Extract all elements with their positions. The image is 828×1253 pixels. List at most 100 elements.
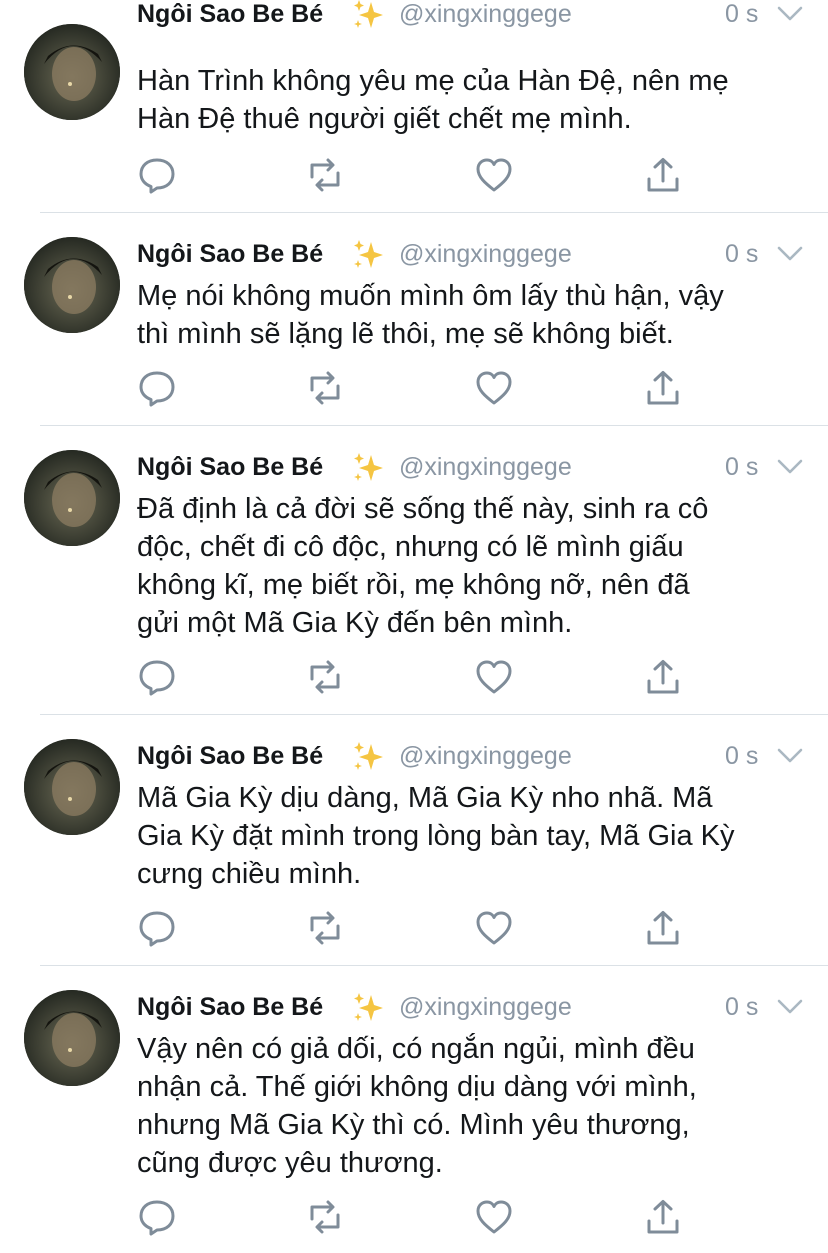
retweet-button[interactable] bbox=[305, 155, 345, 195]
tweet[interactable]: Ngôi Sao Be Bé @xingxinggege 0 s Đã định… bbox=[0, 426, 828, 715]
tweet-text-line: nhưng Mã Gia Kỳ thì có. Mình yêu thương, bbox=[137, 1109, 690, 1141]
tweet-text: Mẹ nói không muốn mình ôm lấy thù hận, v… bbox=[137, 277, 807, 353]
avatar[interactable] bbox=[24, 450, 120, 546]
tweet-text-line: Hàn Đệ thuê người giết chết mẹ mình. bbox=[137, 103, 632, 135]
like-icon bbox=[476, 158, 512, 192]
share-button[interactable] bbox=[643, 908, 683, 948]
retweet-icon bbox=[310, 371, 340, 405]
reply-icon bbox=[139, 1200, 175, 1236]
like-button[interactable] bbox=[474, 368, 514, 408]
reply-button[interactable] bbox=[137, 1197, 177, 1237]
sparkles-emoji-icon bbox=[354, 240, 383, 268]
like-icon bbox=[476, 1200, 512, 1234]
tweet-text: Hàn Trình không yêu mẹ của Hàn Đệ, nên m… bbox=[137, 62, 807, 138]
sparkles-emoji-icon bbox=[354, 453, 383, 481]
tweet-text-line: thì mình sẽ lặng lẽ thôi, mẹ sẽ không bi… bbox=[137, 318, 674, 350]
tweet-text-line: Vậy nên có giả dối, có ngắn ngủi, mình đ… bbox=[137, 1033, 695, 1065]
like-button[interactable] bbox=[474, 657, 514, 697]
display-name[interactable]: Ngôi Sao Be Bé bbox=[137, 742, 323, 771]
display-name[interactable]: Ngôi Sao Be Bé bbox=[137, 240, 323, 269]
tweet[interactable]: Ngôi Sao Be Bé @xingxinggege 0 s Hàn Trì… bbox=[0, 0, 828, 213]
like-icon bbox=[476, 660, 512, 694]
reply-button[interactable] bbox=[137, 657, 177, 697]
tweet-text-line: gửi một Mã Gia Kỳ đến bên mình. bbox=[137, 607, 573, 639]
tweet-text-line: Hàn Trình không yêu mẹ của Hàn Đệ, nên m… bbox=[137, 65, 729, 97]
reply-icon bbox=[139, 371, 175, 407]
retweet-icon bbox=[310, 660, 340, 694]
timestamp: 0 s bbox=[725, 742, 759, 770]
sparkles-emoji-icon bbox=[354, 0, 383, 28]
like-button[interactable] bbox=[474, 1197, 514, 1237]
tweet-text: Đã định là cả đời sẽ sống thế này, sinh … bbox=[137, 490, 807, 642]
share-icon bbox=[647, 1200, 679, 1234]
sparkles-emoji-icon bbox=[354, 742, 383, 770]
reply-button[interactable] bbox=[137, 908, 177, 948]
share-icon bbox=[647, 911, 679, 945]
username-handle[interactable]: @xingxinggege bbox=[399, 453, 572, 482]
like-button[interactable] bbox=[474, 155, 514, 195]
share-icon bbox=[647, 660, 679, 694]
username-handle[interactable]: @xingxinggege bbox=[399, 240, 572, 269]
tweet-text: Vậy nên có giả dối, có ngắn ngủi, mình đ… bbox=[137, 1030, 807, 1182]
tweet-actions bbox=[137, 155, 697, 195]
tweet-actions bbox=[137, 368, 697, 408]
chevron-down-icon[interactable] bbox=[777, 6, 803, 22]
tweet-actions bbox=[137, 908, 697, 948]
avatar[interactable] bbox=[24, 237, 120, 333]
share-button[interactable] bbox=[643, 368, 683, 408]
timestamp: 0 s bbox=[725, 240, 759, 268]
tweet[interactable]: Ngôi Sao Be Bé @xingxinggege 0 s Vậy nên… bbox=[0, 966, 828, 1253]
tweet-text-line: độc, chết đi cô độc, nhưng có lẽ mình gi… bbox=[137, 531, 684, 563]
display-name[interactable]: Ngôi Sao Be Bé bbox=[137, 453, 323, 482]
tweet-actions bbox=[137, 1197, 697, 1237]
tweet-text-line: cũng được yêu thương. bbox=[137, 1147, 443, 1179]
like-icon bbox=[476, 371, 512, 405]
share-icon bbox=[647, 371, 679, 405]
reply-icon bbox=[139, 911, 175, 947]
retweet-icon bbox=[310, 911, 340, 945]
chevron-down-icon[interactable] bbox=[777, 246, 803, 262]
reply-button[interactable] bbox=[137, 368, 177, 408]
share-icon bbox=[647, 158, 679, 192]
sparkles-emoji-icon bbox=[354, 993, 383, 1021]
share-button[interactable] bbox=[643, 657, 683, 697]
avatar[interactable] bbox=[24, 24, 120, 120]
chevron-down-icon[interactable] bbox=[777, 748, 803, 764]
timestamp: 0 s bbox=[725, 0, 759, 28]
reply-icon bbox=[139, 158, 175, 194]
tweet-text-line: Mã Gia Kỳ dịu dàng, Mã Gia Kỳ nho nhã. M… bbox=[137, 782, 713, 814]
retweet-icon bbox=[310, 158, 340, 192]
chevron-down-icon[interactable] bbox=[777, 459, 803, 475]
tweet-text-line: Đã định là cả đời sẽ sống thế này, sinh … bbox=[137, 493, 709, 525]
timestamp: 0 s bbox=[725, 453, 759, 481]
retweet-button[interactable] bbox=[305, 908, 345, 948]
tweet[interactable]: Ngôi Sao Be Bé @xingxinggege 0 s Mã Gia … bbox=[0, 715, 828, 966]
retweet-button[interactable] bbox=[305, 1197, 345, 1237]
tweet-text-line: Mẹ nói không muốn mình ôm lấy thù hận, v… bbox=[137, 280, 724, 312]
reply-button[interactable] bbox=[137, 155, 177, 195]
tweet-text: Mã Gia Kỳ dịu dàng, Mã Gia Kỳ nho nhã. M… bbox=[137, 779, 807, 893]
like-button[interactable] bbox=[474, 908, 514, 948]
username-handle[interactable]: @xingxinggege bbox=[399, 742, 572, 771]
retweet-icon bbox=[310, 1200, 340, 1234]
retweet-button[interactable] bbox=[305, 368, 345, 408]
tweet-actions bbox=[137, 657, 697, 697]
tweet-text-line: cưng chiều mình. bbox=[137, 858, 362, 890]
display-name[interactable]: Ngôi Sao Be Bé bbox=[137, 0, 323, 29]
retweet-button[interactable] bbox=[305, 657, 345, 697]
share-button[interactable] bbox=[643, 155, 683, 195]
tweet[interactable]: Ngôi Sao Be Bé @xingxinggege 0 s Mẹ nói … bbox=[0, 213, 828, 426]
timestamp: 0 s bbox=[725, 993, 759, 1021]
username-handle[interactable]: @xingxinggege bbox=[399, 0, 572, 29]
reply-icon bbox=[139, 660, 175, 696]
tweet-text-line: không kĩ, mẹ biết rồi, mẹ không nỡ, nên … bbox=[137, 569, 690, 601]
tweet-text-line: Gia Kỳ đặt mình trong lòng bàn tay, Mã G… bbox=[137, 820, 735, 852]
like-icon bbox=[476, 911, 512, 945]
avatar[interactable] bbox=[24, 990, 120, 1086]
tweet-text-line: nhận cả. Thế giới không dịu dàng với mìn… bbox=[137, 1071, 697, 1103]
display-name[interactable]: Ngôi Sao Be Bé bbox=[137, 993, 323, 1022]
share-button[interactable] bbox=[643, 1197, 683, 1237]
avatar[interactable] bbox=[24, 739, 120, 835]
chevron-down-icon[interactable] bbox=[777, 999, 803, 1015]
username-handle[interactable]: @xingxinggege bbox=[399, 993, 572, 1022]
